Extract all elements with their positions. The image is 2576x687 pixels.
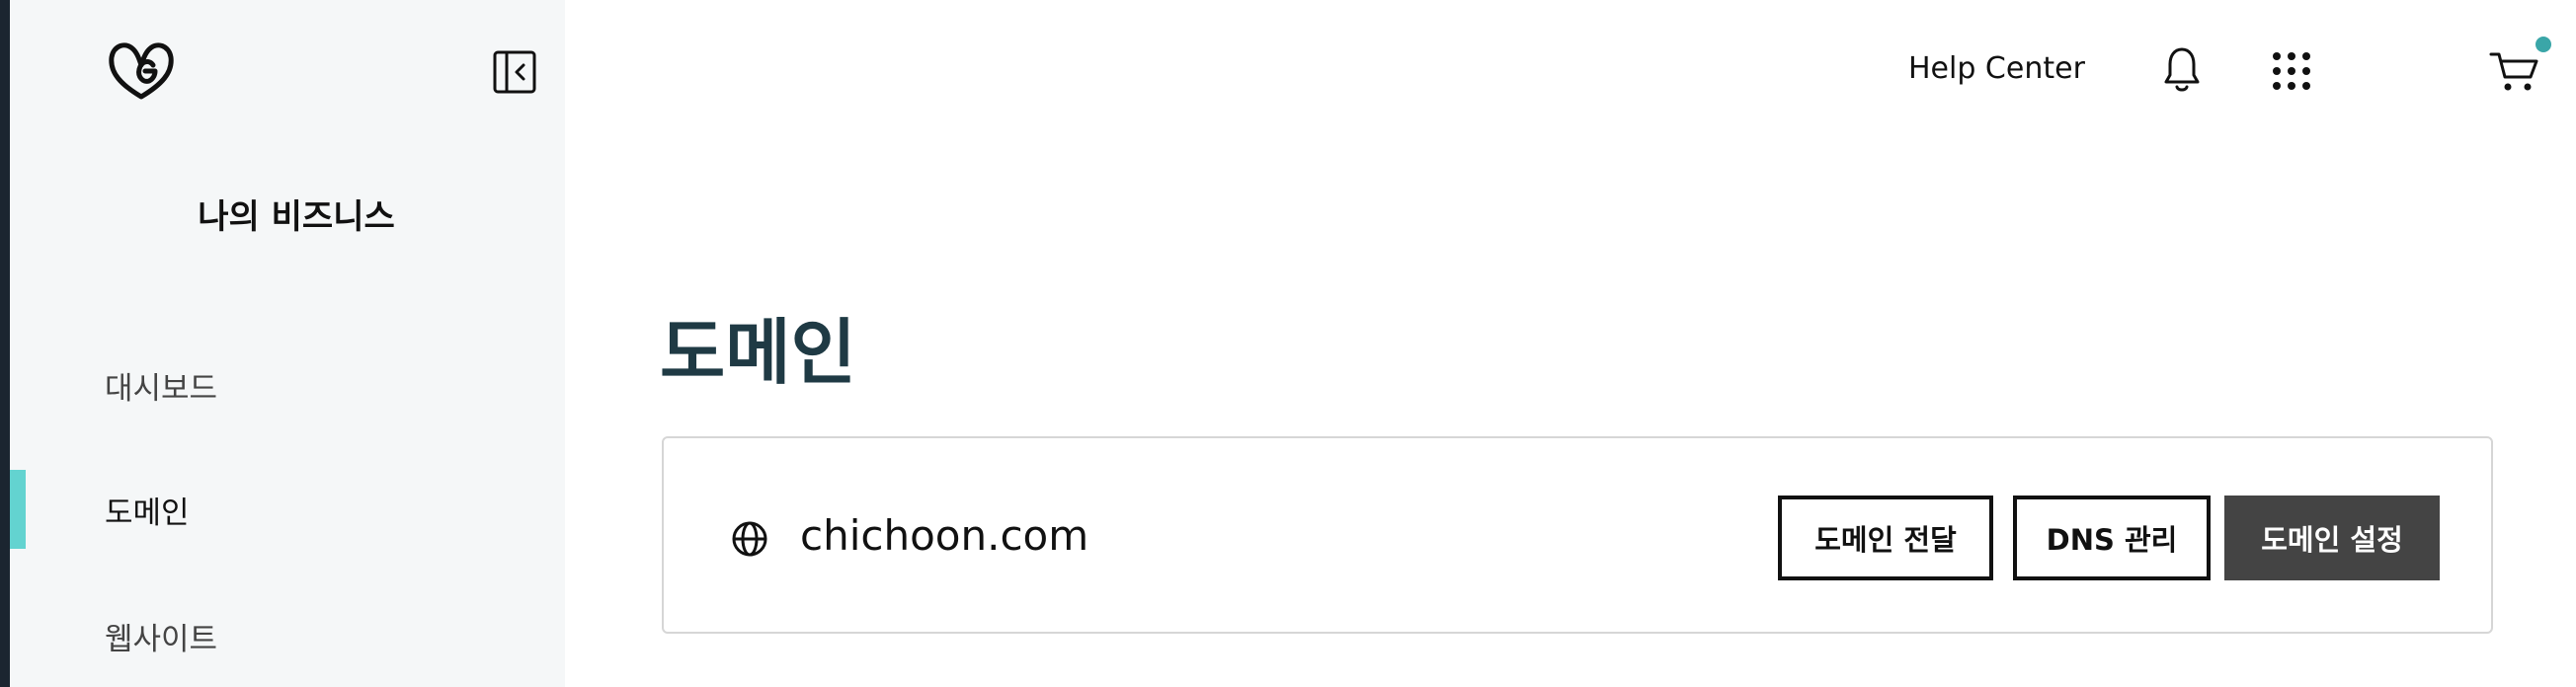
page-title: 도메인 [660,311,856,394]
globe-icon [732,521,767,557]
sidebar-item-dashboard[interactable]: 대시보드 [105,363,217,408]
bell-icon[interactable] [2163,45,2201,95]
help-center-link[interactable]: Help Center [1908,51,2085,86]
domain-name[interactable]: chichoon.com [800,511,1088,560]
domain-card: chichoon.com 도메인 전달 DNS 관리 도메인 설정 [662,436,2493,634]
grid-icon[interactable] [2272,51,2311,91]
sidebar: 나의 비즈니스 대시보드 도메인 웹사이트 [10,0,565,687]
godaddy-logo-icon[interactable] [104,36,179,103]
cart-notification-badge [2536,37,2551,52]
cart-icon[interactable] [2489,49,2540,95]
sidebar-item-domains[interactable]: 도메인 [105,488,190,532]
domain-settings-button[interactable]: 도메인 설정 [2224,496,2440,580]
active-nav-indicator [10,470,26,549]
sidebar-item-websites[interactable]: 웹사이트 [105,614,217,658]
app-window: 나의 비즈니스 대시보드 도메인 웹사이트 Help Center 도메인 ch… [0,0,2576,687]
forward-domain-button[interactable]: 도메인 전달 [1778,496,1993,580]
sidebar-collapse-icon[interactable] [492,49,537,95]
business-title: 나의 비즈니스 [198,197,395,237]
manage-dns-button[interactable]: DNS 관리 [2013,496,2211,580]
desktop-edge [0,0,10,687]
